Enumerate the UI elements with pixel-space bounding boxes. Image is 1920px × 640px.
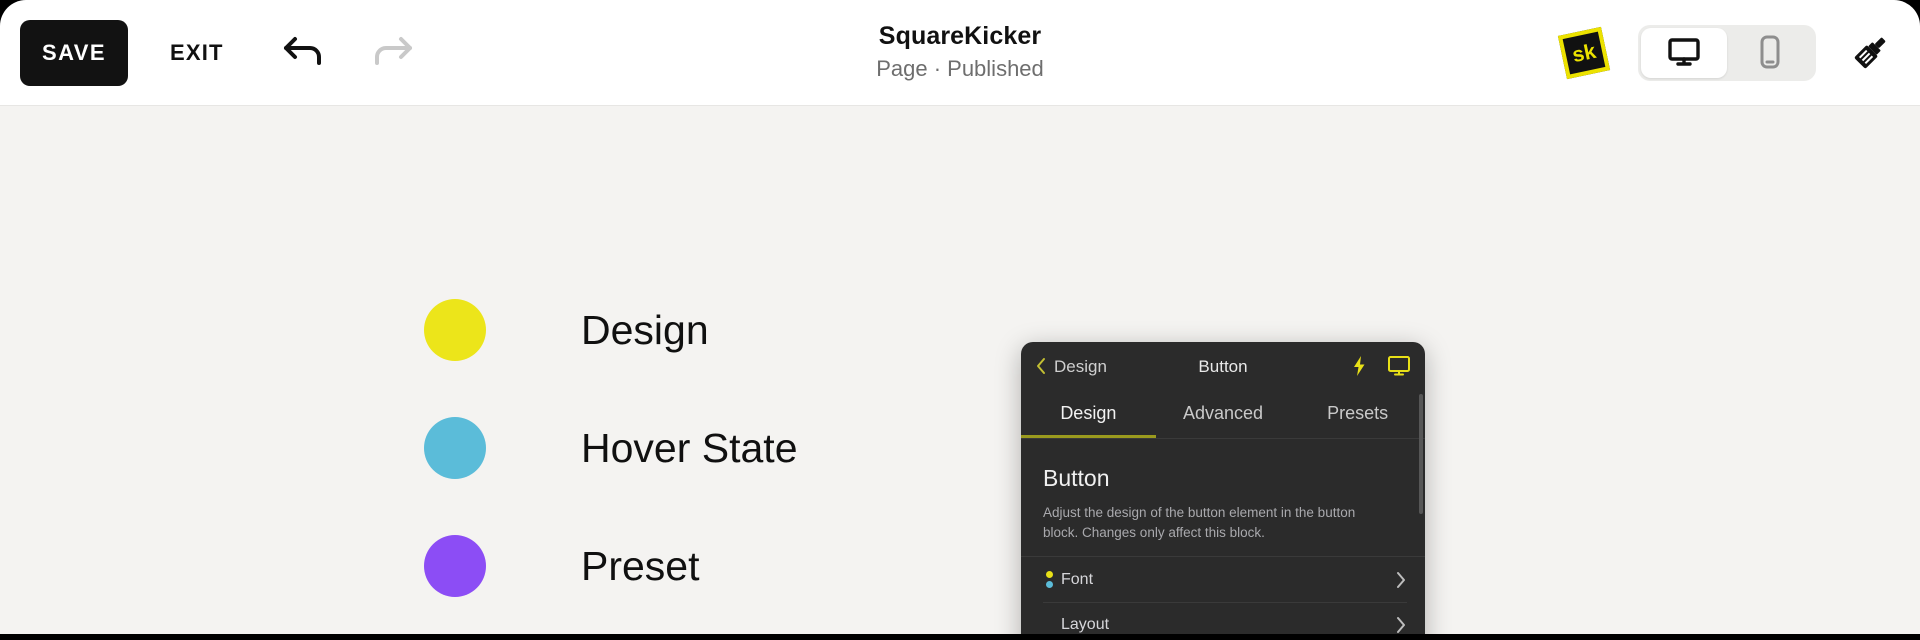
- panel-tab-bar: Design Advanced Presets: [1021, 392, 1425, 439]
- legend-item: Preset: [424, 507, 798, 625]
- squarekicker-panel: Design Button Design Advanced Presets Bu…: [1021, 342, 1425, 634]
- panel-back-button[interactable]: Design: [1035, 357, 1107, 378]
- row-indicator-dot: [1045, 581, 1053, 589]
- chevron-right-icon: [1395, 571, 1407, 589]
- squarekicker-logo[interactable]: sk: [1556, 25, 1612, 81]
- panel-settings-list: FontLayoutBackground: [1021, 556, 1425, 634]
- panel-section-header: Button Adjust the design of the button e…: [1021, 439, 1425, 556]
- panel-scrollbar[interactable]: [1419, 394, 1423, 514]
- monitor-icon: [1667, 37, 1701, 70]
- undo-arrow-icon: [281, 29, 329, 76]
- row-indicator-dots: [1043, 571, 1055, 589]
- legend-color-dot: [424, 299, 486, 361]
- panel-row-layout[interactable]: Layout: [1021, 602, 1425, 634]
- device-mobile-button[interactable]: [1727, 28, 1813, 78]
- lightning-bolt-button[interactable]: [1351, 355, 1367, 380]
- toolbar-left-group: SAVE EXIT: [0, 19, 418, 86]
- legend-list: Design Hover State Preset: [424, 271, 798, 625]
- device-toggle-group: [1638, 25, 1816, 81]
- logo-text: sk: [1570, 39, 1598, 67]
- legend-item: Design: [424, 271, 798, 389]
- monitor-icon: [1387, 355, 1411, 380]
- legend-item-label: Design: [581, 306, 709, 353]
- panel-section-title: Button: [1043, 465, 1110, 491]
- legend-item-label: Hover State: [581, 424, 798, 471]
- panel-tab-presets[interactable]: Presets: [1290, 392, 1425, 438]
- panel-row-font[interactable]: Font: [1021, 557, 1425, 602]
- panel-header-icon-group: [1351, 355, 1411, 380]
- redo-arrow-icon: [367, 29, 415, 76]
- panel-tab-advanced[interactable]: Advanced: [1156, 392, 1291, 438]
- panel-back-label: Design: [1054, 357, 1107, 376]
- toolbar-right-group: sk: [1556, 0, 1900, 106]
- exit-button[interactable]: EXIT: [164, 39, 230, 67]
- legend-item: Hover State: [424, 389, 798, 507]
- save-button[interactable]: SAVE: [20, 19, 128, 86]
- panel-monitor-button[interactable]: [1387, 355, 1411, 380]
- row-indicator-dot: [1045, 571, 1053, 579]
- legend-item-label: Preset: [581, 542, 700, 589]
- editor-canvas: Design Hover State Preset Design Button: [0, 106, 1920, 634]
- app-window: SAVE EXIT sk SquareKicker Page · Publish…: [0, 0, 1920, 640]
- chevron-right-icon: [1395, 616, 1407, 634]
- style-paintbrush-button[interactable]: [1842, 24, 1900, 82]
- panel-tab-design[interactable]: Design: [1021, 392, 1156, 438]
- panel-section-description: Adjust the design of the button element …: [1043, 505, 1356, 540]
- panel-row-label: Font: [1061, 570, 1094, 588]
- paintbrush-icon: [1846, 27, 1896, 80]
- lightning-bolt-icon: [1351, 355, 1367, 380]
- top-toolbar: SAVE EXIT sk: [0, 0, 1920, 106]
- legend-color-dot: [424, 417, 486, 479]
- panel-body: Button Adjust the design of the button e…: [1021, 439, 1425, 634]
- phone-icon: [1758, 35, 1782, 72]
- redo-button[interactable]: [364, 26, 418, 80]
- device-desktop-button[interactable]: [1641, 28, 1727, 78]
- undo-button[interactable]: [278, 26, 332, 80]
- chevron-left-icon: [1035, 357, 1047, 378]
- logo-square: sk: [1557, 26, 1611, 80]
- legend-color-dot: [424, 535, 486, 597]
- panel-row-label: Layout: [1061, 615, 1110, 633]
- panel-header: Design Button: [1021, 342, 1425, 392]
